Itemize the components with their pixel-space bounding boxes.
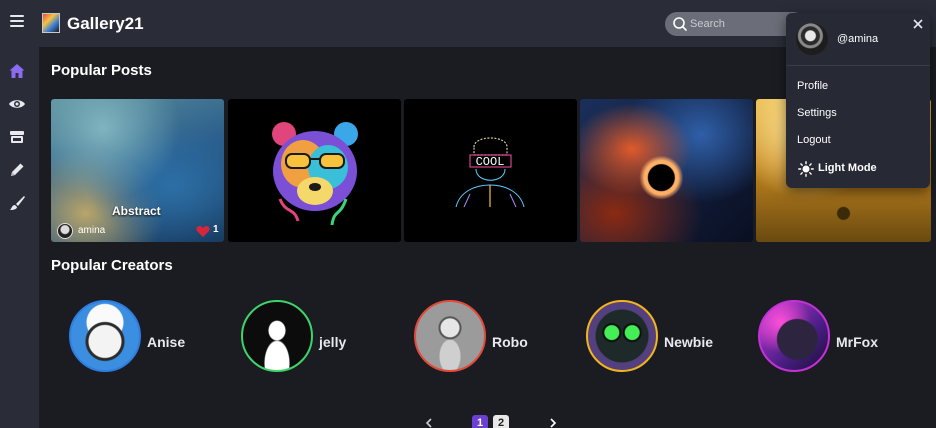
- close-icon[interactable]: [912, 18, 924, 30]
- creator-avatar[interactable]: [69, 300, 141, 372]
- post-card[interactable]: COOL: [404, 99, 577, 242]
- bear-artwork: [272, 122, 358, 226]
- post-card[interactable]: [228, 99, 401, 242]
- creator-name[interactable]: MrFox: [836, 334, 878, 350]
- popular-posts-title: Popular Posts: [51, 62, 152, 79]
- post-card[interactable]: Abstract amina 1: [51, 99, 224, 242]
- creator-avatar[interactable]: [586, 300, 658, 372]
- creator-name[interactable]: Robo: [492, 334, 528, 350]
- menu-item-logout[interactable]: Logout: [797, 134, 831, 146]
- popular-creators-title: Popular Creators: [51, 257, 173, 274]
- cool-text: COOL: [476, 155, 505, 169]
- creator-name[interactable]: Newbie: [664, 334, 713, 350]
- creator-card[interactable]: Newbie: [586, 300, 746, 372]
- post-card[interactable]: [580, 99, 753, 242]
- search-bar[interactable]: [665, 12, 805, 36]
- store-icon[interactable]: [8, 128, 26, 146]
- page-button-1[interactable]: 1: [472, 415, 488, 428]
- menu-item-settings[interactable]: Settings: [797, 107, 837, 119]
- app-logo[interactable]: [42, 13, 60, 33]
- user-avatar[interactable]: [796, 23, 828, 55]
- creator-card[interactable]: jelly: [241, 300, 401, 372]
- menu-divider: [786, 65, 930, 66]
- app-title[interactable]: Gallery21: [67, 14, 144, 34]
- creator-avatar[interactable]: [758, 300, 830, 372]
- creator-card[interactable]: Anise: [69, 300, 229, 372]
- like-count: 1: [213, 224, 219, 235]
- user-handle[interactable]: @amina: [837, 33, 878, 45]
- creator-card[interactable]: Robo: [414, 300, 574, 372]
- menu-icon[interactable]: [10, 15, 24, 29]
- user-menu: @amina Profile Settings Logout Light Mod…: [786, 13, 930, 188]
- post-caption: Abstract: [112, 204, 161, 218]
- brush-icon[interactable]: [8, 194, 26, 212]
- creator-name[interactable]: Anise: [147, 334, 185, 350]
- search-input[interactable]: [690, 15, 790, 33]
- creator-card[interactable]: MrFox: [758, 300, 918, 372]
- search-icon: [673, 17, 687, 31]
- creator-avatar[interactable]: [414, 300, 486, 372]
- pencil-icon[interactable]: [8, 161, 26, 179]
- sun-icon[interactable]: [798, 161, 814, 177]
- heart-icon[interactable]: [196, 225, 210, 238]
- page-button-2[interactable]: 2: [493, 415, 509, 428]
- post-author-avatar[interactable]: [57, 223, 73, 239]
- light-mode-toggle[interactable]: Light Mode: [818, 162, 877, 174]
- sidebar: [0, 47, 39, 428]
- post-author[interactable]: amina: [78, 225, 105, 236]
- chevron-right-icon[interactable]: [548, 418, 558, 428]
- home-icon[interactable]: [8, 62, 26, 80]
- creator-avatar[interactable]: [241, 300, 313, 372]
- eye-icon[interactable]: [8, 95, 26, 113]
- creator-name[interactable]: jelly: [319, 334, 346, 350]
- menu-item-profile[interactable]: Profile: [797, 80, 828, 92]
- chevron-left-icon[interactable]: [424, 418, 434, 428]
- cool-artwork: COOL: [455, 137, 525, 208]
